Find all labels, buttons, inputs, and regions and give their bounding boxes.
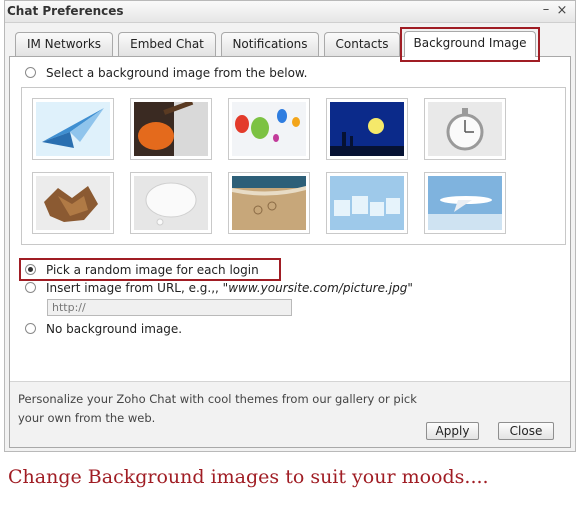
url-input[interactable]	[47, 299, 292, 316]
no-background-radio[interactable]	[25, 323, 36, 334]
paper-plane-image	[36, 102, 110, 156]
no-background-label: No background image.	[46, 322, 183, 336]
url-example-hint: "www.yoursite.com/picture.jpg"	[222, 281, 413, 295]
tab-im-networks[interactable]: IM Networks	[15, 32, 113, 56]
speech-bubble-image	[134, 176, 208, 230]
tab-contacts[interactable]: Contacts	[324, 32, 400, 56]
hot-air-balloons-thumbnail[interactable]	[228, 98, 310, 160]
sand-zoho-thumbnail[interactable]	[228, 172, 310, 234]
airplane-thumbnail[interactable]	[424, 172, 506, 234]
dialog-footer: Personalize your Zoho Chat with cool the…	[10, 381, 570, 447]
tab-background-image[interactable]: Background Image	[404, 31, 536, 57]
url-option-label: Insert image from URL, e.g.,, "www.yours…	[46, 281, 413, 295]
night-silhouette-image	[330, 102, 404, 156]
torn-paper-image	[36, 176, 110, 230]
promo-caption: Change Background images to suit your mo…	[8, 466, 489, 488]
ice-cubes-thumbnail[interactable]	[326, 172, 408, 234]
ice-cubes-image	[330, 176, 404, 230]
tab-embed-chat[interactable]: Embed Chat	[118, 32, 216, 56]
paper-plane-thumbnail[interactable]	[32, 98, 114, 160]
guitar-image	[134, 102, 208, 156]
apply-button[interactable]: Apply	[426, 422, 479, 440]
speech-bubble-thumbnail[interactable]	[130, 172, 212, 234]
close-icon[interactable]: ×	[555, 3, 569, 19]
title-bar[interactable]: Chat Preferences – ×	[5, 1, 575, 23]
random-option-label: Pick a random image for each login	[46, 263, 259, 277]
torn-paper-thumbnail[interactable]	[32, 172, 114, 234]
sand-zoho-image	[232, 176, 306, 230]
footer-description: Personalize your Zoho Chat with cool the…	[18, 392, 417, 425]
close-button[interactable]: Close	[498, 422, 554, 440]
background-image-panel: Select a background image from the below…	[9, 56, 571, 448]
stopwatch-image	[428, 102, 502, 156]
gallery-option-label: Select a background image from the below…	[46, 66, 308, 80]
minimize-icon[interactable]: –	[539, 2, 553, 18]
airplane-image	[428, 176, 502, 230]
night-silhouette-thumbnail[interactable]	[326, 98, 408, 160]
tab-notifications[interactable]: Notifications	[221, 32, 319, 56]
stopwatch-thumbnail[interactable]	[424, 98, 506, 160]
hot-air-balloons-image	[232, 102, 306, 156]
dialog-title: Chat Preferences	[7, 4, 124, 18]
guitar-thumbnail[interactable]	[130, 98, 212, 160]
random-option-radio[interactable]	[25, 264, 36, 275]
url-option-text: Insert image from URL, e.g.,,	[46, 281, 223, 295]
image-gallery	[21, 87, 566, 245]
url-option-radio[interactable]	[25, 282, 36, 293]
chat-preferences-dialog: Chat Preferences – × IM Networks Embed C…	[4, 0, 576, 452]
gallery-option-radio[interactable]	[25, 67, 36, 78]
